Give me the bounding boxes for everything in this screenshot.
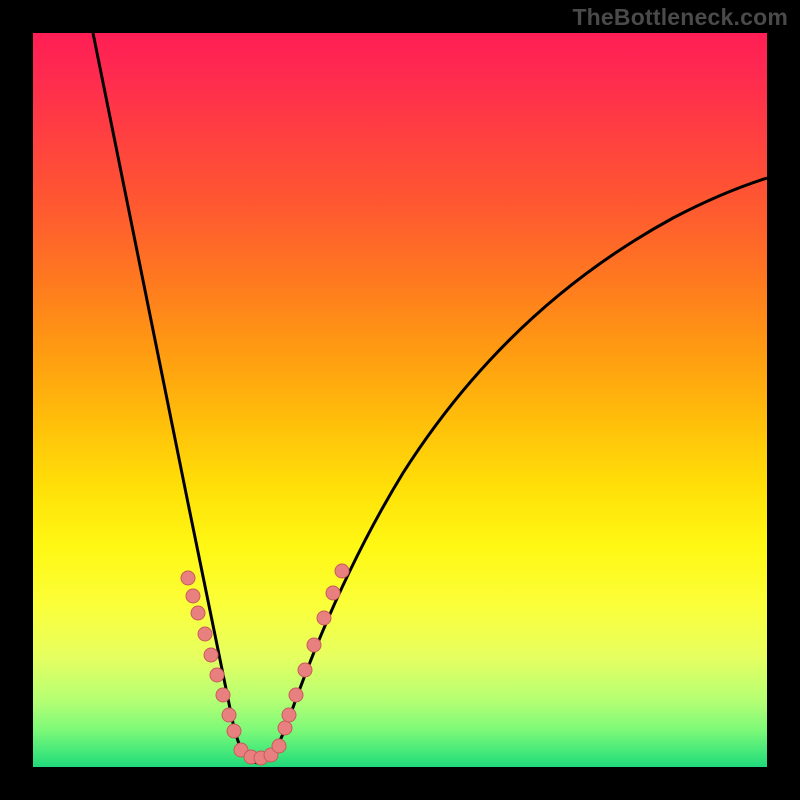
marker-dot [204, 648, 218, 662]
marker-dot [289, 688, 303, 702]
marker-dot [272, 739, 286, 753]
marker-dot [191, 606, 205, 620]
markers-right [278, 564, 349, 735]
marker-dot [198, 627, 212, 641]
marker-dot [210, 668, 224, 682]
marker-dot [326, 586, 340, 600]
marker-dot [186, 589, 200, 603]
marker-dot [298, 663, 312, 677]
curve-right [258, 178, 767, 763]
marker-dot [282, 708, 296, 722]
markers-bottom [234, 739, 286, 765]
plot-area [33, 33, 767, 767]
watermark-text: TheBottleneck.com [572, 4, 788, 31]
marker-dot [181, 571, 195, 585]
marker-dot [278, 721, 292, 735]
marker-dot [307, 638, 321, 652]
curve-left [93, 33, 258, 763]
marker-dot [317, 611, 331, 625]
marker-dot [222, 708, 236, 722]
bottleneck-curve [33, 33, 767, 767]
markers-left [181, 571, 241, 738]
chart-frame: TheBottleneck.com [0, 0, 800, 800]
marker-dot [227, 724, 241, 738]
marker-dot [216, 688, 230, 702]
marker-dot [335, 564, 349, 578]
